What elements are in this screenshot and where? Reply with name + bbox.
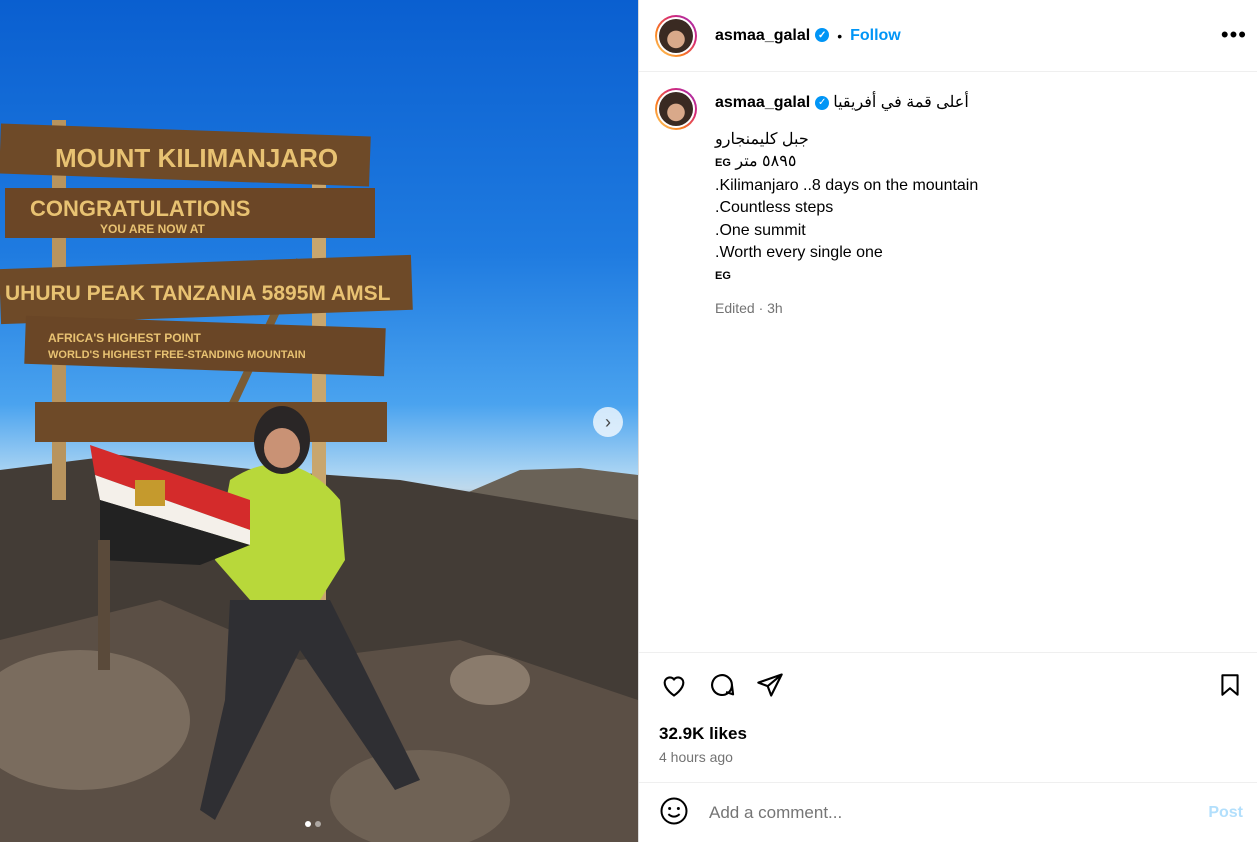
caption-line: .Countless steps xyxy=(715,199,834,216)
caption-avatar[interactable] xyxy=(655,88,697,130)
separator-bullet: • xyxy=(837,27,843,44)
caption: asmaa_galal ✓ أعلى قمة في أفريقيا جبل كل… xyxy=(639,72,1257,320)
caption-username[interactable]: asmaa_galal xyxy=(715,92,810,115)
sign-text-4: UHURU PEAK TANZANIA 5895M AMSL xyxy=(5,282,391,305)
share-icon[interactable] xyxy=(755,671,785,704)
action-bar: 32.9K likes 4 hours ago xyxy=(639,652,1257,783)
caption-line: .Worth every single one xyxy=(715,244,883,261)
emoji-icon[interactable] xyxy=(659,796,689,831)
carousel-dot xyxy=(315,821,321,827)
carousel-next-button[interactable]: › xyxy=(593,407,623,437)
rock xyxy=(450,655,530,705)
sign-text-1: MOUNT KILIMANJARO xyxy=(55,143,338,173)
post-header: asmaa_galal ✓ • Follow ••• xyxy=(639,0,1257,72)
comment-input[interactable] xyxy=(707,802,1181,824)
header-username[interactable]: asmaa_galal ✓ xyxy=(715,27,830,45)
flag-tag: EG xyxy=(715,269,731,282)
chevron-right-icon: › xyxy=(605,411,611,432)
avatar[interactable] xyxy=(655,14,697,57)
post-comment-button[interactable]: Post xyxy=(1208,804,1243,822)
caption-first-line: أعلى قمة في أفريقيا xyxy=(833,94,969,111)
sign-board-4 xyxy=(24,315,386,377)
caption-line: .Kilimanjaro ..8 days on the mountain xyxy=(715,176,979,194)
sign-text-3: YOU ARE NOW AT xyxy=(100,222,206,236)
comment-icon[interactable] xyxy=(707,671,737,704)
photo-scene: MOUNT KILIMANJARO CONGRATULATIONS YOU AR… xyxy=(0,120,638,842)
person-face xyxy=(264,428,300,468)
flag-tag: EG xyxy=(715,157,731,169)
post-photo[interactable]: MOUNT KILIMANJARO CONGRATULATIONS YOU AR… xyxy=(0,0,638,842)
post-time[interactable]: 4 hours ago xyxy=(659,749,733,765)
heart-icon[interactable] xyxy=(659,671,689,704)
sign-board-5 xyxy=(35,402,387,442)
flag-emblem xyxy=(135,480,165,506)
sign-text-6: WORLD'S HIGHEST FREE-STANDING MOUNTAIN xyxy=(48,349,306,361)
caption-line: .One summit xyxy=(715,221,806,239)
flag-pole xyxy=(98,540,110,670)
comment-bar: Post xyxy=(639,782,1257,843)
post-panel: asmaa_galal ✓ • Follow ••• asmaa_galal ✓ … xyxy=(638,0,1257,842)
follow-button[interactable]: Follow xyxy=(850,27,901,45)
carousel-dot-active xyxy=(305,821,311,827)
carousel-dots xyxy=(305,821,321,827)
likes-count[interactable]: 32.9K likes xyxy=(659,724,747,744)
caption-line: EG ٥٨٩٥ متر xyxy=(715,153,797,170)
bookmark-icon[interactable] xyxy=(1217,671,1243,704)
verified-icon: ✓ xyxy=(815,28,830,43)
sign-text-2: CONGRATULATIONS xyxy=(30,196,250,221)
more-options-icon[interactable]: ••• xyxy=(1221,22,1247,48)
caption-line: جبل كليمنجارو xyxy=(715,130,809,148)
edited-time: Edited · 3h xyxy=(715,300,783,316)
sign-text-5: AFRICA'S HIGHEST POINT xyxy=(48,331,202,345)
verified-icon: ✓ xyxy=(815,96,830,111)
